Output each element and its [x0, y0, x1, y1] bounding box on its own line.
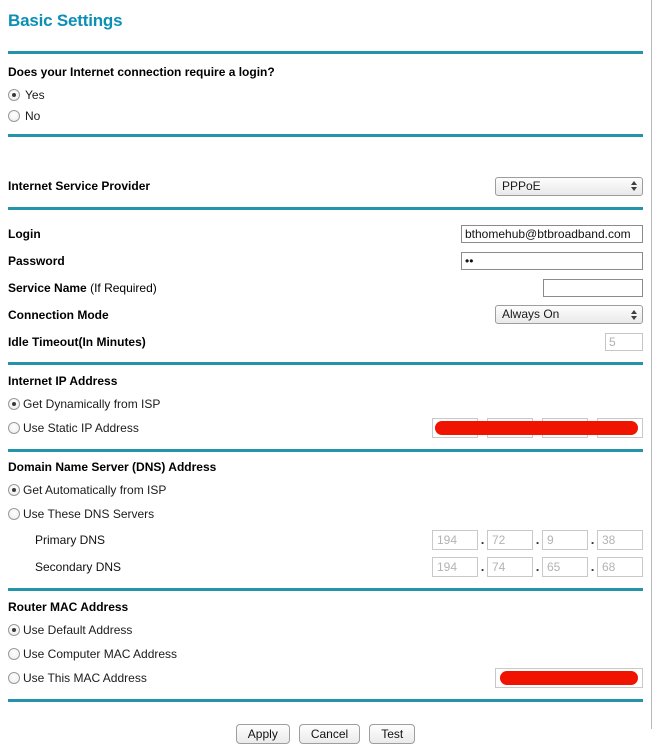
radio-dns-auto-row[interactable]: Get Automatically from ISP — [8, 478, 643, 502]
primary-dns-octet-1[interactable] — [432, 529, 478, 550]
radio-use-these-dns-label: Use These DNS Servers — [23, 507, 155, 521]
connection-mode-label: Connection Mode — [8, 307, 109, 322]
internet-ip-heading: Internet IP Address — [8, 374, 118, 388]
apply-button[interactable]: Apply — [235, 724, 290, 744]
login-input[interactable] — [461, 224, 643, 243]
isp-select[interactable]: PPPoE — [495, 176, 643, 196]
connection-mode-select-wrap[interactable]: Always On — [495, 305, 643, 324]
password-input[interactable] — [461, 251, 643, 270]
static-ip-quad[interactable] — [432, 418, 643, 438]
service-name-input[interactable] — [543, 278, 643, 297]
router-mac-heading: Router MAC Address — [8, 600, 129, 614]
radio-get-dynamic-row[interactable]: Get Dynamically from ISP — [8, 392, 643, 416]
primary-dns-octet-4[interactable] — [597, 529, 643, 550]
login-question-block: Does your Internet connection require a … — [8, 65, 643, 126]
radio-no-icon[interactable] — [8, 109, 20, 122]
primary-dns-quad[interactable]: . . . — [432, 529, 643, 550]
radio-use-default-address-label: Use Default Address — [23, 623, 133, 637]
secondary-dns-quad[interactable]: . . . — [432, 556, 643, 577]
service-name-row: Service Name (If Required) — [8, 274, 643, 301]
redaction-bar-static-ip — [435, 421, 638, 435]
test-button[interactable]: Test — [369, 724, 416, 744]
secondary-dns-label: Secondary DNS — [35, 559, 122, 574]
radio-mac-computer-row[interactable]: Use Computer MAC Address — [8, 642, 643, 666]
this-mac-address-input-wrap[interactable] — [495, 668, 643, 688]
radio-use-default-address-icon[interactable] — [8, 624, 20, 636]
radio-login-no[interactable]: No — [8, 105, 643, 126]
idle-timeout-input[interactable] — [605, 332, 643, 351]
login-question-label: Does your Internet connection require a … — [8, 65, 275, 79]
idle-timeout-label: Idle Timeout(In Minutes) — [8, 335, 146, 349]
radio-use-computer-mac-icon[interactable] — [8, 648, 20, 660]
login-label: Login — [8, 226, 41, 241]
secondary-dns-octet-3[interactable] — [542, 556, 588, 577]
secondary-dns-octet-4[interactable] — [597, 556, 643, 577]
radio-use-this-mac-label: Use This MAC Address — [23, 671, 147, 685]
radio-use-these-dns-icon[interactable] — [8, 508, 20, 520]
primary-dns-octet-2[interactable] — [487, 529, 533, 550]
secondary-dns-octet-1[interactable] — [432, 556, 478, 577]
secondary-dns-octet-2[interactable] — [487, 556, 533, 577]
radio-mac-this-row[interactable]: Use This MAC Address — [8, 666, 643, 690]
dns-dot: . — [590, 531, 595, 547]
dns-dot: . — [590, 558, 595, 574]
dns-dot: . — [535, 531, 540, 547]
radio-login-yes[interactable]: Yes — [8, 84, 643, 105]
radio-static-ip-row[interactable]: Use Static IP Address — [8, 416, 643, 440]
radio-dns-automatic-label: Get Automatically from ISP — [23, 483, 167, 497]
redaction-bar-mac — [500, 671, 638, 685]
service-name-label: Service Name (If Required) — [8, 281, 157, 295]
connection-mode-row: Connection Mode Always On — [8, 301, 643, 328]
router-mac-block: Router MAC Address Use Default Address U… — [8, 600, 643, 690]
password-row: Password — [8, 247, 643, 274]
isp-label: Internet Service Provider — [8, 179, 151, 193]
internet-ip-block: Internet IP Address Get Dynamically from… — [8, 374, 643, 440]
dns-dot: . — [480, 531, 485, 547]
service-name-hint: (If Required) — [86, 280, 157, 295]
action-buttons: Apply Cancel Test — [8, 724, 643, 744]
secondary-dns-row: Secondary DNS . . . — [8, 553, 643, 580]
primary-dns-row: Primary DNS . . . — [8, 526, 643, 553]
basic-settings-page: Basic Settings Does your Internet connec… — [0, 0, 652, 744]
radio-yes-icon[interactable] — [8, 88, 20, 101]
radio-dns-automatic-icon[interactable] — [8, 484, 20, 496]
radio-no-label: No — [25, 108, 41, 123]
isp-row: Internet Service Provider PPPoE — [8, 173, 643, 199]
password-label: Password — [8, 253, 65, 268]
primary-dns-octet-3[interactable] — [542, 529, 588, 550]
login-row: Login — [8, 220, 643, 247]
radio-use-this-mac-icon[interactable] — [8, 672, 20, 684]
isp-select-wrap[interactable]: PPPoE — [495, 176, 643, 196]
dns-dot: . — [480, 558, 485, 574]
connection-mode-select[interactable]: Always On — [495, 305, 643, 324]
radio-dns-manual-row[interactable]: Use These DNS Servers — [8, 502, 643, 526]
page-title: Basic Settings — [8, 11, 123, 30]
primary-dns-label: Primary DNS — [35, 532, 106, 547]
radio-use-static-ip-icon[interactable] — [8, 422, 20, 434]
radio-use-computer-mac-label: Use Computer MAC Address — [23, 647, 178, 661]
radio-get-dynamically-label: Get Dynamically from ISP — [23, 397, 161, 411]
idle-timeout-hint: (In Minutes) — [78, 334, 146, 349]
radio-use-static-ip-label: Use Static IP Address — [23, 421, 139, 435]
idle-timeout-row: Idle Timeout(In Minutes) — [8, 328, 643, 355]
idle-timeout-label-text: Idle Timeout — [8, 334, 79, 349]
cancel-button[interactable]: Cancel — [298, 724, 361, 744]
dns-dot: . — [535, 558, 540, 574]
radio-get-dynamically-icon[interactable] — [8, 398, 20, 410]
radio-mac-default-row[interactable]: Use Default Address — [8, 618, 643, 642]
service-name-label-text: Service Name — [8, 280, 87, 295]
dns-block: Domain Name Server (DNS) Address Get Aut… — [8, 460, 643, 580]
radio-yes-label: Yes — [25, 87, 45, 102]
dns-heading: Domain Name Server (DNS) Address — [8, 460, 217, 474]
